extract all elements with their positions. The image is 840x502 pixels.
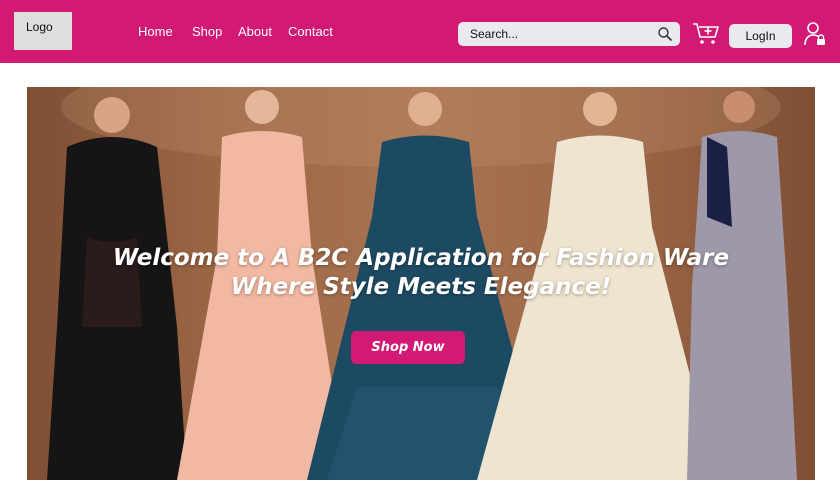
logo[interactable]: Logo bbox=[14, 12, 72, 50]
nav-home[interactable]: Home bbox=[138, 24, 173, 39]
user-lock-icon[interactable] bbox=[804, 21, 826, 47]
hero-title-line2: Where Style Meets Elegance! bbox=[230, 274, 612, 300]
hero-banner: Welcome to A B2C Application for Fashion… bbox=[27, 87, 815, 480]
shop-now-button[interactable]: Shop Now bbox=[351, 331, 465, 364]
nav-about[interactable]: About bbox=[238, 24, 272, 39]
cart-add-icon[interactable] bbox=[692, 20, 720, 46]
nav-shop[interactable]: Shop bbox=[192, 24, 222, 39]
search-placeholder: Search... bbox=[470, 27, 519, 41]
nav-contact[interactable]: Contact bbox=[288, 24, 333, 39]
hero-title-line1: Welcome to A B2C Application for Fashion… bbox=[112, 245, 730, 271]
login-button[interactable]: LogIn bbox=[729, 24, 792, 48]
search-icon[interactable] bbox=[657, 26, 673, 42]
search-input[interactable]: Search... bbox=[458, 22, 680, 46]
top-navbar: Logo Home Shop About Contact Search... L… bbox=[0, 0, 840, 63]
